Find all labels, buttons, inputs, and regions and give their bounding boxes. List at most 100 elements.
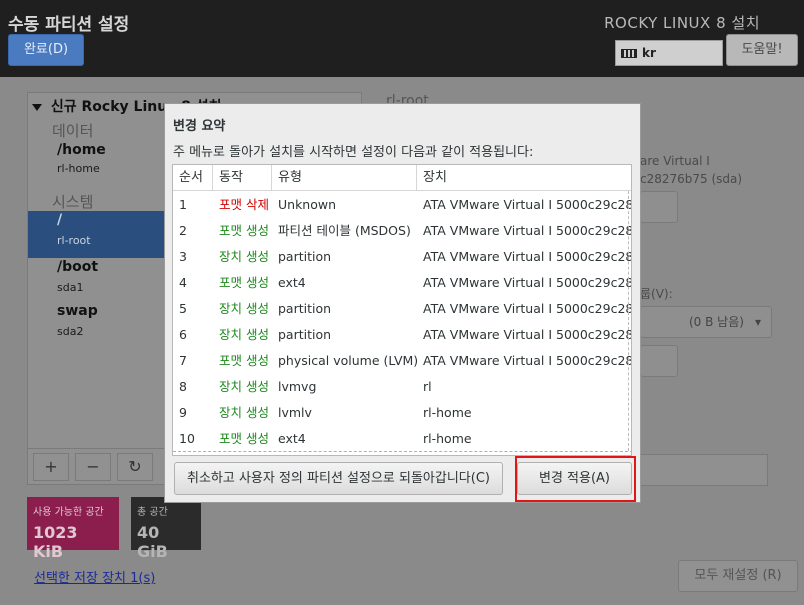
column-device[interactable]: 장치 xyxy=(417,165,631,191)
cell-type: partition xyxy=(278,327,332,342)
device-boot: sda1 xyxy=(57,281,84,294)
total-space-tile: 총 공간 40 GiB xyxy=(131,497,201,561)
cell-order: 1 xyxy=(179,197,187,212)
apply-button-highlight xyxy=(515,456,636,502)
cell-device: ATA VMware Virtual I 5000c29c282 xyxy=(423,249,632,264)
cell-device: ATA VMware Virtual I 5000c29c282 xyxy=(423,353,632,368)
cell-device: rl-home xyxy=(423,405,472,420)
table-row[interactable]: 5 장치 생성 partition ATA VMware Virtual I 5000… xyxy=(173,296,632,322)
mount-point-swap[interactable]: swap xyxy=(57,303,98,319)
device-home: rl-home xyxy=(57,162,100,175)
cell-order: 9 xyxy=(179,405,187,420)
column-action[interactable]: 동작 xyxy=(213,165,272,191)
total-space-label: 총 공간 xyxy=(137,507,168,518)
table-row[interactable]: 7 포맷 생성 physical volume (LVM) ATA VMware Vi… xyxy=(173,348,632,374)
summary-dialog: 변경 요약 주 메뉴로 돌아가 설치를 시작하면 설정이 다음과 같이 적용됩니… xyxy=(164,103,641,503)
cell-device: ATA VMware Virtual I 5000c29c282 xyxy=(423,223,632,238)
cell-device: ATA VMware Virtual I 5000c29c282 xyxy=(423,327,632,342)
modify-volume-group-button[interactable] xyxy=(640,345,678,377)
help-button[interactable]: 도움말! xyxy=(726,34,798,66)
cell-device: rl-home xyxy=(423,431,472,446)
cell-action: 포맷 생성 xyxy=(219,353,269,368)
cell-type: partition xyxy=(278,301,332,316)
cell-order: 8 xyxy=(179,379,187,394)
dialog-title: 변경 요약 xyxy=(173,119,226,134)
cell-order: 7 xyxy=(179,353,187,368)
volume-group-free: (0 B 남음) xyxy=(689,315,744,329)
cell-action: 포맷 생성 xyxy=(219,223,269,238)
cell-order: 10 xyxy=(179,431,195,446)
cell-type: Unknown xyxy=(278,197,337,212)
device-root: rl-root xyxy=(57,234,91,247)
table-row[interactable]: 10 포맷 생성 ext4 rl-home xyxy=(173,426,631,452)
cell-action: 장치 생성 xyxy=(219,249,269,264)
expand-triangle-icon xyxy=(32,103,42,111)
cell-type: partition xyxy=(278,249,332,264)
cell-type: lvmlv xyxy=(278,405,312,420)
table-row[interactable]: 6 장치 생성 partition ATA VMware Virtual I 5000… xyxy=(173,322,632,348)
available-space-tile: 사용 가능한 공간 1023 KiB xyxy=(27,497,119,561)
cell-device: ATA VMware Virtual I 5000c29c282 xyxy=(423,197,632,212)
cell-type: lvmvg xyxy=(278,379,317,394)
selected-storage-link[interactable]: 선택한 저장 장치 1(s) xyxy=(34,567,155,586)
device-description-line1: are Virtual I xyxy=(640,154,710,168)
cell-device: ATA VMware Virtual I 5000c29c282 xyxy=(423,275,632,290)
column-type[interactable]: 유형 xyxy=(272,165,417,191)
available-space-value: 1023 KiB xyxy=(33,523,78,561)
section-data-label: 데이터 xyxy=(52,122,94,140)
cell-action: 장치 생성 xyxy=(219,379,269,394)
keyboard-icon xyxy=(621,49,637,58)
cell-action: 포맷 삭제 xyxy=(219,197,269,212)
table-row[interactable]: 8 장치 생성 lvmvg rl xyxy=(173,374,631,400)
device-swap: sda2 xyxy=(57,325,84,338)
keyboard-layout-indicator[interactable]: kr xyxy=(615,40,723,66)
section-system-label: 시스템 xyxy=(52,193,94,211)
header-bar: 수동 파티션 설정 완료(D) ROCKY LINUX 8 설치 kr 도움말! xyxy=(0,0,804,77)
cell-order: 6 xyxy=(179,327,187,342)
table-row[interactable]: 9 장치 생성 lvmlv rl-home xyxy=(173,400,631,426)
cancel-button[interactable]: 취소하고 사용자 정의 파티션 설정으로 되돌아갑니다(C) xyxy=(174,462,503,495)
cell-order: 3 xyxy=(179,249,187,264)
cell-device: ATA VMware Virtual I 5000c29c282 xyxy=(423,301,632,316)
label-field[interactable] xyxy=(640,454,768,486)
add-mount-button[interactable]: + xyxy=(33,453,69,481)
table-bottom-divider xyxy=(173,451,631,452)
table-header: 순서 동작 유형 장치 xyxy=(173,165,631,191)
dialog-description: 주 메뉴로 돌아가 설치를 시작하면 설정이 다음과 같이 적용됩니다: xyxy=(173,145,534,160)
cell-type: ext4 xyxy=(278,431,306,446)
cell-action: 장치 생성 xyxy=(219,327,269,342)
page-title: 수동 파티션 설정 xyxy=(8,15,130,35)
remove-mount-button[interactable]: − xyxy=(75,453,111,481)
cell-order: 5 xyxy=(179,301,187,316)
chevron-down-icon: ▾ xyxy=(754,315,761,329)
device-description-line2: c28276b75 (sda) xyxy=(640,172,743,186)
done-button[interactable]: 완료(D) xyxy=(8,34,84,66)
table-row[interactable]: 1 포맷 삭제 Unknown ATA VMware Virtual I 5000c2… xyxy=(173,192,632,218)
volume-group-select[interactable]: (0 B 남음) ▾ xyxy=(640,306,772,338)
cell-type: ext4 xyxy=(278,275,306,290)
mount-point-boot[interactable]: /boot xyxy=(57,259,98,275)
mount-point-root: / xyxy=(57,212,63,228)
cell-device: rl xyxy=(423,379,432,394)
cell-type: physical volume (LVM) xyxy=(278,353,417,368)
table-row[interactable]: 3 장치 생성 partition ATA VMware Virtual I 5000… xyxy=(173,244,632,270)
cell-order: 4 xyxy=(179,275,187,290)
changes-table[interactable]: 순서 동작 유형 장치 1 포맷 삭제 Unknown ATA VMware Virt… xyxy=(172,164,632,456)
scrollbar-track[interactable] xyxy=(628,191,629,451)
cell-order: 2 xyxy=(179,223,187,238)
column-order[interactable]: 순서 xyxy=(173,165,213,191)
product-title: ROCKY LINUX 8 설치 xyxy=(604,14,760,32)
reset-all-button[interactable]: 모두 재설정 (R) xyxy=(678,560,798,592)
modify-device-button[interactable] xyxy=(640,191,678,223)
mount-point-home[interactable]: /home xyxy=(57,142,106,158)
cell-action: 장치 생성 xyxy=(219,405,269,420)
volume-group-label: 룹(V): xyxy=(640,287,673,301)
refresh-button[interactable]: ↻ xyxy=(117,453,153,481)
cell-type: 파티션 테이블 (MSDOS) xyxy=(278,223,411,238)
table-row[interactable]: 4 포맷 생성 ext4 ATA VMware Virtual I 5000c29c2… xyxy=(173,270,632,296)
cell-action: 포맷 생성 xyxy=(219,275,269,290)
table-row[interactable]: 2 포맷 생성 파티션 테이블 (MSDOS) ATA VMware Virtual … xyxy=(173,218,632,244)
cell-action: 장치 생성 xyxy=(219,301,269,316)
total-space-value: 40 GiB xyxy=(137,523,168,561)
available-space-label: 사용 가능한 공간 xyxy=(33,507,104,518)
